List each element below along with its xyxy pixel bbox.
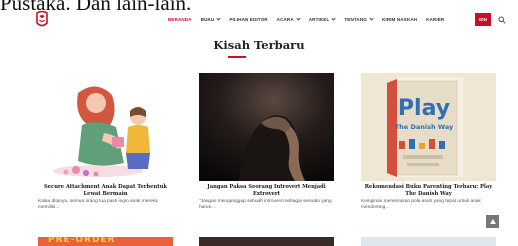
book-cover-subtitle: The Danish Way	[395, 123, 454, 131]
article-title[interactable]: Rekomendasi Buku Parenting Terbaru: Play…	[361, 184, 496, 197]
section-title: Kisah Terbaru	[213, 38, 305, 52]
article-title[interactable]: Jangan Paksa Seorang Introvert Menjadi E…	[199, 184, 334, 197]
search-icon[interactable]	[498, 16, 506, 24]
nav-item-pilihan-editor[interactable]: PILIHAN EDITOR	[229, 17, 267, 22]
scroll-to-top-button[interactable]	[486, 215, 499, 228]
nav-item-label: ACARA	[276, 17, 294, 22]
arrow-up-icon	[489, 219, 496, 224]
article-image[interactable]: Play The Danish Way	[361, 73, 496, 181]
chevron-down-icon	[369, 16, 374, 21]
article-excerpt: Kalau ditanya, semua orang tua pasti ing…	[38, 199, 158, 211]
title-underline	[228, 56, 246, 58]
language-button[interactable]: IDN	[475, 13, 491, 26]
nav-item-artikel[interactable]: ARTIKEL	[308, 16, 336, 22]
nav-item-tentang[interactable]: TENTANG	[344, 16, 374, 22]
nav-item-buku[interactable]: BUKU	[200, 16, 221, 22]
nav-item-label: BUKU	[200, 17, 215, 22]
chevron-down-icon	[216, 16, 221, 21]
nav-item-karier[interactable]: KARIER	[426, 17, 444, 22]
chevron-down-icon	[331, 16, 336, 21]
nav-item-label: TENTANG	[344, 17, 367, 22]
nav-item-beranda[interactable]: BERANDA	[168, 17, 192, 22]
article-image[interactable]	[38, 73, 173, 181]
article-image[interactable]	[199, 73, 334, 181]
nav-item-acara[interactable]: ACARA	[276, 16, 301, 22]
top-navbar: BERANDA BUKU PILIHAN EDITOR ACARA ARTIKE…	[0, 10, 518, 32]
nav-item-label: PILIHAN EDITOR	[229, 17, 268, 22]
article-title[interactable]: Secure Attachment Anak Dapat Terbentuk L…	[38, 184, 173, 197]
nav-item-label: KIRIM NASKAH	[381, 17, 418, 22]
nav-item-kirim-naskah[interactable]: KIRIM NASKAH	[382, 17, 417, 22]
language-label: IDN	[479, 17, 487, 22]
nav-item-label: BERANDA	[168, 17, 192, 22]
article-thumbnail[interactable]: PRE-ORDER	[38, 237, 173, 246]
article-excerpt: "Jangan menganggap sebuah introversi seb…	[199, 199, 332, 211]
article-thumbnail[interactable]	[361, 237, 496, 246]
article-excerpt: Keinginan menemukan pola asuh yang tepat…	[361, 199, 481, 211]
site-logo[interactable]	[35, 11, 49, 28]
book-cover-word: Play	[398, 96, 450, 121]
main-nav: BERANDA BUKU PILIHAN EDITOR ACARA ARTIKE…	[168, 16, 453, 22]
nav-item-label: KARIER	[426, 17, 445, 22]
article-thumbnail[interactable]	[199, 237, 334, 246]
chevron-down-icon	[296, 16, 301, 21]
nav-item-label: ARTIKEL	[308, 17, 330, 22]
thumbnail-text: PRE-ORDER	[48, 237, 116, 245]
